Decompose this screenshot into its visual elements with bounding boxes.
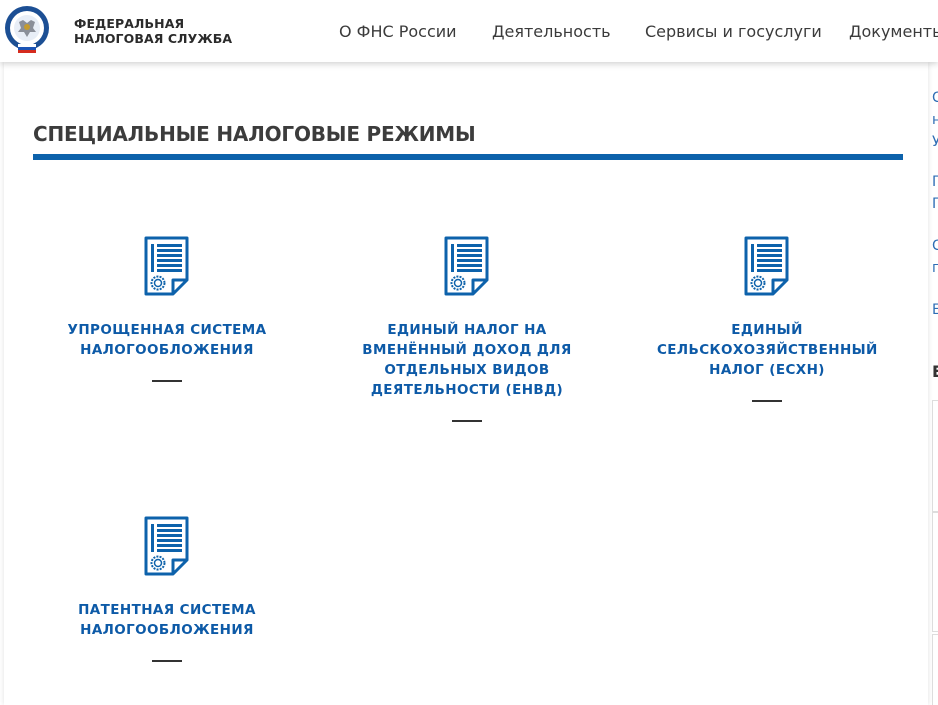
sidebar-link-fragment[interactable]: п [932,260,938,276]
title-underline [33,154,903,160]
sidebar-heading-fragment: Е [932,362,938,381]
certificate-document-icon [144,516,189,576]
card-divider [752,400,782,402]
sidebar-card[interactable] [932,400,938,512]
brand-line-1: ФЕДЕРАЛЬНАЯ [74,16,185,31]
certificate-document-icon [444,236,489,296]
nav-item-services[interactable]: Сервисы и госуслуги [645,22,822,41]
sidebar-link-fragment[interactable]: П [932,196,938,212]
brand-name[interactable]: ФЕДЕРАЛЬНАЯ НАЛОГОВАЯ СЛУЖБА [74,16,232,46]
brand-line-2: НАЛОГОВАЯ СЛУЖБА [74,31,233,46]
regime-card-label[interactable]: ЕДИНЫЙ НАЛОГ НА ВМЕНЁННЫЙ ДОХОД ДЛЯ ОТДЕ… [357,320,577,400]
sidebar-link-fragment[interactable]: С [932,238,938,254]
main-content: СПЕЦИАЛЬНЫЕ НАЛОГОВЫЕ РЕЖИМЫ УПРОЩЕННАЯ … [4,62,928,705]
nav-item-about[interactable]: О ФНС России [339,22,457,41]
sidebar-link-fragment[interactable]: С [932,90,938,106]
regime-card-label[interactable]: ЕДИНЫЙ СЕЛЬСКОХОЗЯЙСТВЕННЫЙ НАЛОГ (ЕСХН) [657,320,877,380]
regime-card-envd[interactable]: ЕДИНЫЙ НАЛОГ НА ВМЕНЁННЫЙ ДОХОД ДЛЯ ОТДЕ… [357,236,577,422]
card-divider [152,660,182,662]
page-title: СПЕЦИАЛЬНЫЕ НАЛОГОВЫЕ РЕЖИМЫ [33,122,476,146]
regime-card-usn[interactable]: УПРОЩЕННАЯ СИСТЕМА НАЛОГООБЛОЖЕНИЯ [57,236,277,382]
sidebar-link-fragment[interactable]: н [932,112,938,128]
regime-card-label[interactable]: ПАТЕНТНАЯ СИСТЕМА НАЛОГООБЛОЖЕНИЯ [57,600,277,640]
sidebar-link-fragment[interactable]: Е [932,302,938,318]
card-divider [452,420,482,422]
sidebar-link-fragment[interactable]: У [932,134,938,150]
nav-item-documents[interactable]: Документы [849,22,938,41]
certificate-document-icon [144,236,189,296]
nav-item-activity[interactable]: Деятельность [492,22,611,41]
card-divider [152,380,182,382]
sidebar-card[interactable] [932,634,938,705]
right-sidebar: С н У П П С п Е Е [930,62,938,705]
regime-card-label[interactable]: УПРОЩЕННАЯ СИСТЕМА НАЛОГООБЛОЖЕНИЯ [57,320,277,360]
regime-card-psn[interactable]: ПАТЕНТНАЯ СИСТЕМА НАЛОГООБЛОЖЕНИЯ [57,516,277,662]
site-header: ФЕДЕРАЛЬНАЯ НАЛОГОВАЯ СЛУЖБА О ФНС Росси… [0,0,938,62]
sidebar-link-fragment[interactable]: П [932,174,938,190]
certificate-document-icon [744,236,789,296]
fns-emblem-logo[interactable] [3,4,51,56]
regime-card-eshn[interactable]: ЕДИНЫЙ СЕЛЬСКОХОЗЯЙСТВЕННЫЙ НАЛОГ (ЕСХН) [657,236,877,402]
sidebar-card[interactable] [932,512,938,632]
